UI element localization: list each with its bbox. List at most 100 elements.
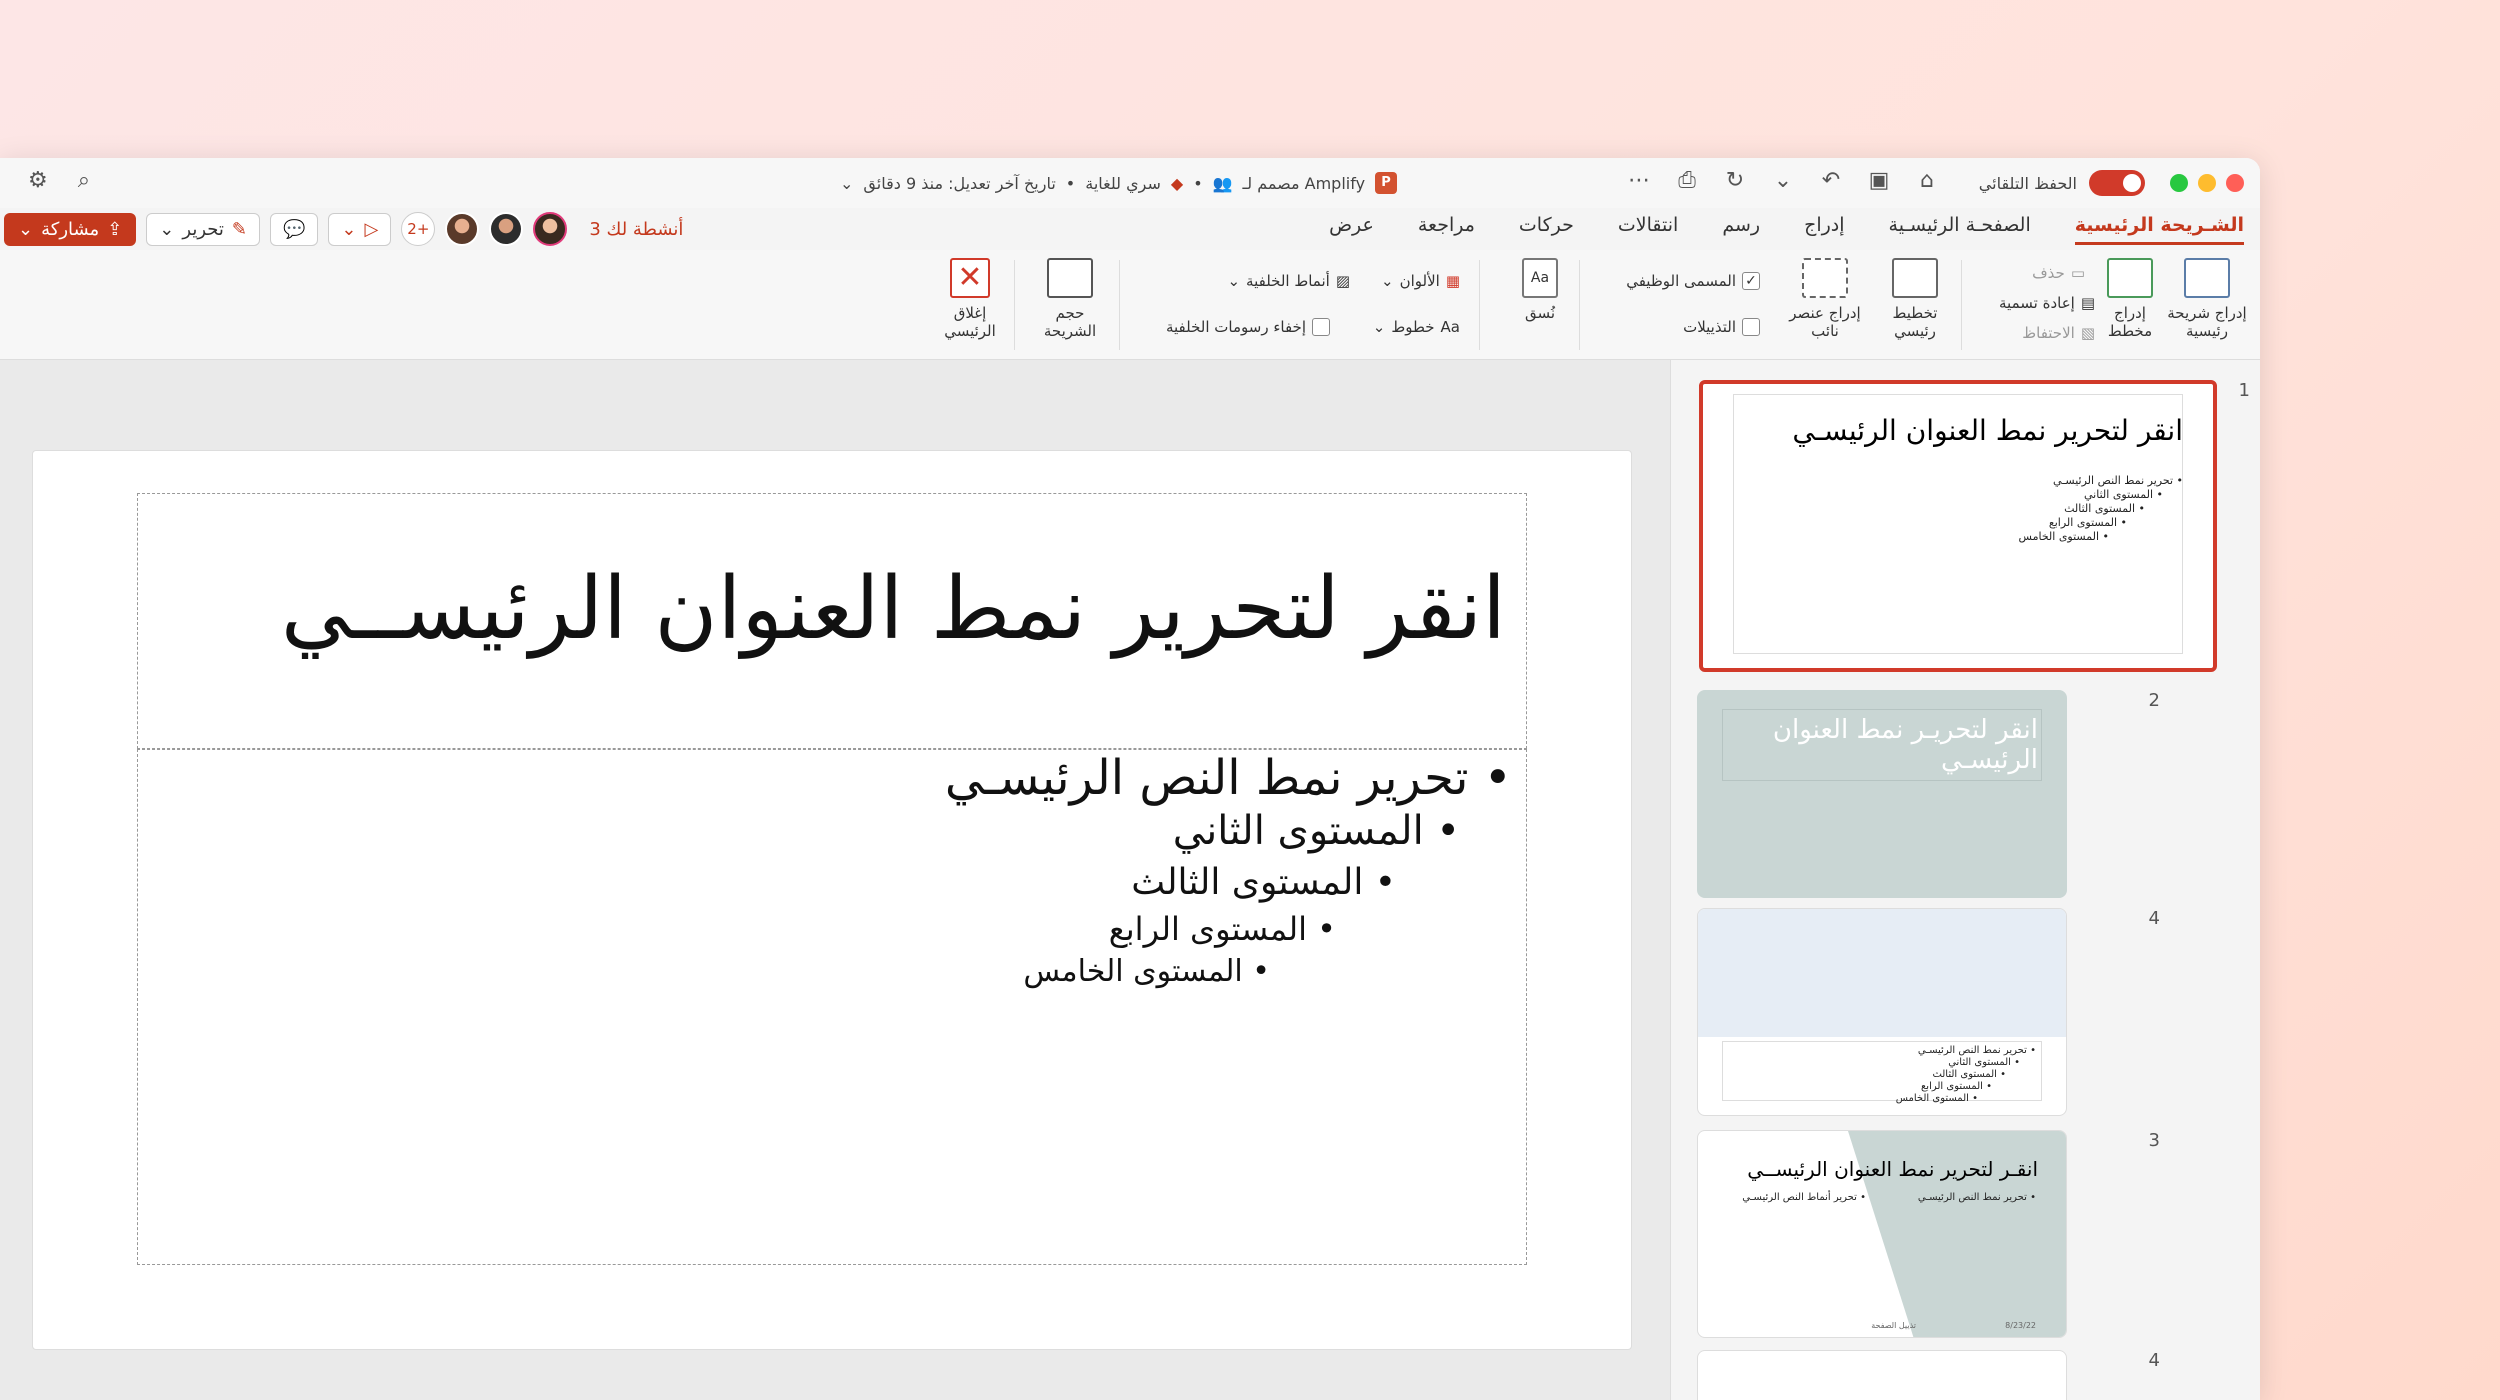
insert-placeholder-button[interactable]: إدراج عنصر نائب	[1780, 258, 1870, 340]
header-actions: ⌄ مشاركة ⇪ ⌄ تحرير ✎ 💬 ⌄ ▷ 2+ 3 أنشطة لك	[4, 212, 683, 246]
redo-icon[interactable]: ↻	[1722, 168, 1748, 193]
ribbon-divider	[1579, 260, 1580, 350]
chevron-down-icon: ⌄	[159, 218, 175, 240]
body-level-1[interactable]: • تحرير نمط النص الرئيسـي	[945, 750, 1512, 806]
preserve-button[interactable]: ▧ الاحتفاظ	[2022, 324, 2095, 342]
tab-draw[interactable]: رسم	[1722, 208, 1760, 245]
thumbnail-layout-4b[interactable]	[1697, 1350, 2067, 1400]
thumb-date: 8/23/22	[2005, 1321, 2036, 1330]
save-icon[interactable]: ▣	[1866, 168, 1892, 193]
checkbox-empty[interactable]	[1312, 318, 1330, 336]
tab-review[interactable]: مراجعة	[1418, 208, 1475, 245]
placeholder-icon	[1802, 258, 1848, 298]
checkbox-empty[interactable]	[1742, 318, 1760, 336]
tabs-row: الشـريحة الرئيسية الصفحـة الرئيسـية إدرا…	[0, 208, 2260, 250]
hide-background-checkbox[interactable]: إخفاء رسومات الخلفية	[1166, 318, 1330, 336]
delete-icon: ▭	[2070, 264, 2085, 282]
avatar[interactable]	[489, 212, 524, 246]
fonts-dropdown[interactable]: Aa خطوط ⌄	[1373, 318, 1460, 336]
chevron-down-icon: ⌄	[18, 218, 34, 240]
title-placeholder[interactable]: انقر لتحرير نمط العنوان الرئيســي	[137, 493, 1527, 749]
tab-slide-master[interactable]: الشـريحة الرئيسية	[2074, 208, 2244, 245]
thumb-number: 4	[2148, 1350, 2160, 1371]
body-placeholder[interactable]: • تحرير نمط النص الرئيسـي • المستوى الثا…	[137, 749, 1527, 1265]
autosave-control[interactable]: الحفظ التلقائي	[1979, 170, 2145, 196]
chevron-down-icon: ⌄	[341, 218, 357, 240]
master-layout-button[interactable]: تخطيط رئيسي	[1880, 258, 1950, 340]
more-icon[interactable]: ⋯	[1626, 168, 1652, 193]
tab-insert[interactable]: إدراج	[1804, 208, 1844, 245]
insert-slide-master-button[interactable]: إدراج شريحة رئيسية	[2162, 258, 2252, 340]
thumb-levels: • تحرير نمط النص الرئيسـي • المستوى الثا…	[2018, 474, 2183, 543]
rename-button[interactable]: ▤ إعادة تسمية	[1999, 294, 2095, 312]
document-info[interactable]: ⌄ تاريخ آخر تعديل: منذ 9 دقائق • سري للغ…	[840, 172, 1398, 194]
thumb-title: انقـر لتحرير نمط العنوان الرئيســي	[1747, 1157, 2038, 1181]
thumbnail-layout-3[interactable]: انقـر لتحرير نمط العنوان الرئيســي • تحر…	[1697, 1130, 2067, 1338]
document-name: مصمم لـ Amplify	[1242, 173, 1366, 193]
pencil-icon: ✎	[231, 218, 247, 240]
tab-animations[interactable]: حركات	[1519, 208, 1574, 245]
activities-link[interactable]: 3 أنشطة لك	[589, 219, 683, 240]
themes-icon: Aa	[1522, 258, 1558, 298]
edit-mode-button[interactable]: ⌄ تحرير ✎	[146, 212, 260, 246]
master-layout-icon	[1892, 258, 1938, 298]
print-icon[interactable]: ⎙	[1674, 168, 1700, 193]
share-button[interactable]: ⌄ مشاركة ⇪	[4, 212, 137, 246]
chevron-down-icon: ⌄	[1372, 318, 1386, 336]
close-master-button[interactable]: ✕ إغلاق الرئيسي	[935, 258, 1005, 340]
slide-master-icon	[2184, 258, 2230, 298]
thumbnail-layout-2[interactable]: انقر لتحريـر نمط العنوان الرئيسـي	[1697, 690, 2067, 898]
play-icon: ▷	[364, 218, 379, 240]
body-level-2[interactable]: • المستوى الثاني	[1173, 808, 1460, 854]
maximize-button[interactable]	[2170, 174, 2188, 192]
avatar[interactable]	[445, 212, 480, 246]
fonts-icon: Aa	[1440, 318, 1460, 336]
copilot-icon[interactable]: ⚙	[28, 168, 48, 193]
chevron-down-icon[interactable]: ⌄	[1770, 168, 1796, 193]
tab-home[interactable]: الصفحـة الرئيسـية	[1889, 208, 2031, 245]
search-icon[interactable]: ⌕	[78, 168, 90, 193]
undo-icon[interactable]: ↶	[1818, 168, 1844, 193]
more-collaborators[interactable]: 2+	[401, 212, 436, 246]
colors-dropdown[interactable]: ▦ الألوان ⌄	[1381, 272, 1460, 290]
quick-access-toolbar: ⋯ ⎙ ↻ ⌄ ↶ ▣ ⌂	[1626, 168, 1940, 193]
title-placeholder-text[interactable]: انقر لتحرير نمط العنوان الرئيســي	[281, 559, 1506, 659]
tab-view[interactable]: عرض	[1329, 208, 1374, 245]
thumb-title: انقر لتحريـر نمط العنوان الرئيسـي	[1772, 715, 2038, 775]
thumb-number: 3	[2148, 1130, 2160, 1151]
tab-transitions[interactable]: انتقالات	[1618, 208, 1678, 245]
delete-button[interactable]: ▭ حذف	[2032, 264, 2085, 282]
body-level-5[interactable]: • المستوى الخامس	[1023, 954, 1270, 989]
body-level-4[interactable]: • المستوى الرابع	[1109, 910, 1336, 948]
thumb-levels: • تحرير نمط النص الرئيسـي • المستوى الثا…	[1895, 1045, 2036, 1104]
shared-people-icon: 👥	[1212, 173, 1233, 193]
ribbon-divider	[1961, 260, 1962, 350]
body-level-3[interactable]: • المستوى الثالث	[1131, 862, 1396, 903]
themes-button[interactable]: Aa نُسق	[1510, 258, 1570, 322]
colors-icon: ▦	[1445, 272, 1460, 290]
present-button[interactable]: ⌄ ▷	[328, 212, 392, 246]
minimize-button[interactable]	[2198, 174, 2216, 192]
avatar[interactable]	[533, 212, 568, 246]
thumbnail-master[interactable]: انقر لتحرير نمط العنوان الرئيسـي • تحرير…	[1699, 380, 2217, 672]
slide-size-button[interactable]: حجم الشريحة	[1030, 258, 1110, 340]
home-icon[interactable]: ⌂	[1914, 168, 1940, 193]
last-modified: تاريخ آخر تعديل: منذ 9 دقائق	[863, 173, 1056, 193]
slide-size-icon	[1047, 258, 1093, 298]
comments-button[interactable]: 💬	[270, 212, 319, 246]
thumbnail-layout-4[interactable]: • تحرير نمط النص الرئيسـي • المستوى الثا…	[1697, 908, 2067, 1116]
background-styles-dropdown[interactable]: ▨ أنماط الخلفية ⌄	[1227, 272, 1350, 290]
footers-checkbox[interactable]: التذييلات	[1683, 318, 1760, 336]
slide-master-canvas[interactable]: انقر لتحرير نمط العنوان الرئيســي • تحري…	[32, 450, 1632, 1350]
app-window: الحفظ التلقائي ⋯ ⎙ ↻ ⌄ ↶ ▣ ⌂ ⌄ تاريخ آخر…	[0, 158, 2260, 1400]
autosave-toggle[interactable]	[2089, 170, 2145, 196]
title-checkbox[interactable]: ✓ المسمى الوظيفي	[1626, 272, 1760, 290]
title-bar: الحفظ التلقائي ⋯ ⎙ ↻ ⌄ ↶ ▣ ⌂ ⌄ تاريخ آخر…	[0, 158, 2260, 208]
close-window-button[interactable]	[2226, 174, 2244, 192]
chevron-down-icon[interactable]: ⌄	[840, 174, 853, 193]
ribbon-divider	[1119, 260, 1120, 350]
check-icon[interactable]: ✓	[1742, 272, 1760, 290]
thumb-title: انقر لتحرير نمط العنوان الرئيسـي	[1792, 414, 2183, 447]
insert-layout-button[interactable]: إدراج مخطط	[2100, 258, 2160, 340]
thumb-number: 4	[2148, 908, 2160, 929]
